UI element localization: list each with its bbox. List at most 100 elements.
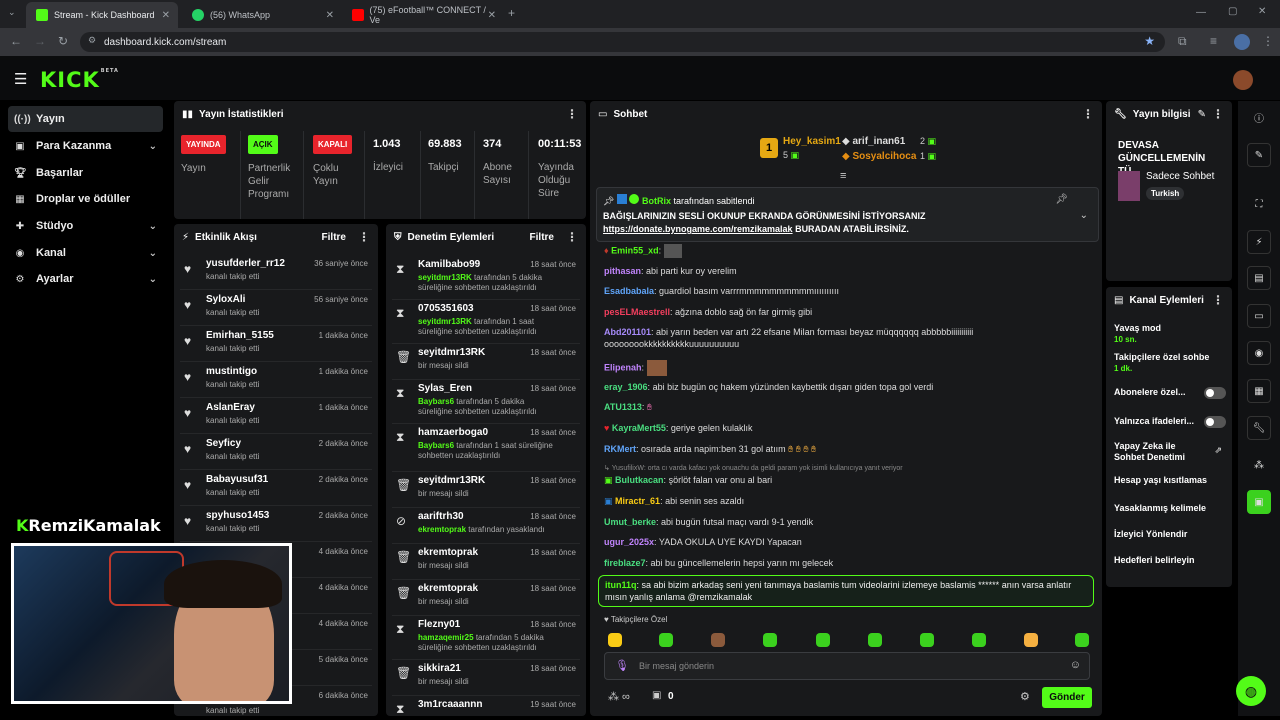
profile-avatar-icon[interactable]	[1234, 34, 1250, 50]
nav-item-droplar[interactable]: ▦ Droplar ve ödüller	[8, 186, 163, 212]
username[interactable]: SyloxAli	[206, 294, 245, 305]
tab-whatsapp[interactable]: (56) WhatsApp ✕	[182, 2, 342, 28]
new-tab-icon[interactable]: +	[508, 6, 515, 20]
tab-youtube[interactable]: (75) eFootball™ CONNECT / Ve ✕	[342, 2, 504, 28]
moderator-name[interactable]: hamzaqemir25	[418, 633, 474, 642]
username[interactable]: Kamilbabo99	[418, 259, 480, 270]
reading-list-icon[interactable]: ≡	[1210, 34, 1217, 48]
reply-username[interactable]: YusufilixW	[612, 465, 644, 472]
forward-icon[interactable]: →	[34, 34, 46, 48]
chat-username[interactable]: pithasan	[604, 266, 641, 276]
username[interactable]: AslanEray	[206, 402, 255, 413]
chat-username[interactable]: Umut_berke	[604, 517, 656, 527]
screen-icon[interactable]: ⛶	[1247, 192, 1271, 216]
emote-icon[interactable]	[816, 633, 830, 647]
filter-button[interactable]: Filtre	[322, 232, 346, 243]
share-icon[interactable]: ⁂	[1247, 453, 1271, 477]
chat-settings-icon[interactable]: ⚙	[1020, 690, 1030, 703]
username[interactable]: seyitdmr13RK	[418, 475, 485, 486]
subscription-gift-icon[interactable]: ▣	[652, 690, 661, 701]
more-options-icon[interactable]: ⋮	[1212, 293, 1224, 307]
username[interactable]: Flezny01	[418, 619, 460, 630]
action-banned-words[interactable]: Yasaklanmış kelimele›	[1114, 503, 1229, 514]
top-gifter-name[interactable]: Hey_kasim1	[783, 136, 841, 147]
chat-username[interactable]: ugur_2025x	[604, 537, 654, 547]
username[interactable]: sikkira21	[418, 663, 461, 674]
chat-username[interactable]: pesELMaestrell	[604, 307, 670, 317]
moderator-name[interactable]: seyitdmr13RK	[418, 317, 472, 326]
action-ai-moderation[interactable]: Yapay Zeka ile Sohbet Denetimi ⇗	[1114, 441, 1222, 463]
filter-button[interactable]: Filtre	[530, 232, 554, 243]
chat-input[interactable]: 🎙︎ Bir mesaj gönderin ☺	[604, 652, 1090, 680]
action-goals[interactable]: Hedefleri belirleyin›	[1114, 555, 1229, 566]
info-icon[interactable]: ⓘ	[1247, 105, 1271, 129]
moderator-name[interactable]: ekremtoprak	[418, 525, 466, 534]
emote-icon[interactable]	[920, 633, 934, 647]
username[interactable]: 0705351603	[418, 303, 474, 314]
chat-username[interactable]: Emin55_xd	[611, 245, 659, 255]
emote-icon[interactable]	[711, 633, 725, 647]
edit-pencil-icon[interactable]: ✎	[1198, 109, 1206, 120]
microphone-icon[interactable]: 🎙︎	[615, 659, 629, 672]
category-name[interactable]: Sadece Sohbet	[1146, 171, 1214, 182]
username[interactable]: ekremtoprak	[418, 583, 478, 594]
bookmark-star-icon[interactable]: ★	[1144, 34, 1155, 48]
action-followers-only[interactable]: Takipçilere özel sohbe1 dk.›	[1114, 352, 1229, 374]
wrench-icon[interactable]: 🔧︎	[1247, 416, 1271, 440]
nav-item-ayarlar[interactable]: ⚙ Ayarlar ⌄	[8, 266, 163, 292]
emote-icon[interactable]	[608, 633, 622, 647]
edit-icon[interactable]: ✎	[1247, 143, 1271, 167]
username[interactable]: mustintigo	[206, 366, 257, 377]
chat-username[interactable]: Abd201101	[604, 327, 651, 337]
hamburger-menu-icon[interactable]: ☰	[14, 70, 27, 88]
nav-item-studyo[interactable]: ✚ Stüdyo ⌄	[8, 213, 163, 239]
site-info-icon[interactable]: ⚙	[88, 35, 96, 46]
emotes-only-toggle[interactable]	[1204, 416, 1226, 428]
category-thumbnail[interactable]	[1118, 171, 1140, 201]
browser-menu-icon[interactable]: ⋮	[1262, 34, 1274, 48]
user-avatar[interactable]	[1233, 70, 1253, 90]
username[interactable]: seyitdmr13RK	[418, 347, 485, 358]
chat-username[interactable]: eray_1906	[604, 382, 648, 392]
expand-leaderboard-icon[interactable]: ≡	[840, 170, 846, 182]
username[interactable]: Emirhan_5155	[206, 330, 274, 341]
username[interactable]: yusufderler_rr12	[206, 258, 285, 269]
more-options-icon[interactable]: ⋮	[358, 230, 370, 244]
close-tab-icon[interactable]: ✕	[326, 10, 334, 21]
subscribers-only-toggle[interactable]	[1204, 387, 1226, 399]
tab-list-icon[interactable]: ⌄	[8, 7, 16, 18]
layout-icon[interactable]: ▦	[1247, 379, 1271, 403]
url-field[interactable]: ⚙ dashboard.kick.com/stream ★	[80, 32, 1165, 52]
chat-username[interactable]: KayraMert55	[612, 423, 666, 433]
emote-icon[interactable]	[1075, 633, 1089, 647]
tab-kick-dashboard[interactable]: Stream - Kick Dashboard ✕	[26, 2, 178, 28]
moderator-name[interactable]: Baybars6	[418, 441, 454, 450]
emote-icon[interactable]	[763, 633, 777, 647]
chat-username[interactable]: Bulutkacan	[615, 475, 664, 485]
chat-username[interactable]: ATU1313	[604, 402, 642, 412]
emote-icon[interactable]	[1024, 633, 1038, 647]
chevron-down-icon[interactable]: ⌄	[1080, 210, 1088, 221]
unpin-icon[interactable]: 📌︎	[1055, 194, 1068, 205]
chat-icon[interactable]: ▭	[1247, 304, 1271, 328]
chat-username[interactable]: Esadbabala	[604, 286, 654, 296]
moderator-name[interactable]: seyitdmr13RK	[418, 273, 472, 282]
lightning-icon[interactable]: ⚡︎	[1247, 230, 1271, 254]
second-gifter[interactable]: ◆ arif_inan61	[842, 136, 905, 147]
chat-username[interactable]: Elipenah	[604, 362, 642, 372]
minimize-icon[interactable]: —	[1196, 7, 1206, 18]
username[interactable]: Sylas_Eren	[418, 383, 472, 394]
more-options-icon[interactable]: ⋮	[566, 230, 578, 244]
maximize-icon[interactable]: ▢	[1228, 6, 1237, 17]
username[interactable]: Seyficy	[206, 438, 241, 449]
close-window-icon[interactable]: ✕	[1258, 6, 1266, 17]
username[interactable]: ekremtoprak	[418, 547, 478, 558]
emote-icon[interactable]	[972, 633, 986, 647]
send-button[interactable]: Gönder	[1042, 687, 1092, 708]
close-tab-icon[interactable]: ✕	[162, 10, 170, 21]
third-gifter[interactable]: ◆ Sosyalcihoca	[842, 151, 916, 162]
more-options-icon[interactable]: ⋮	[1082, 107, 1094, 121]
username[interactable]: hamzaerboga0	[418, 427, 488, 438]
nav-item-para-kazanma[interactable]: ▣ Para Kazanma ⌄	[8, 133, 163, 159]
username[interactable]: 3m1rcaaannn	[418, 699, 482, 710]
